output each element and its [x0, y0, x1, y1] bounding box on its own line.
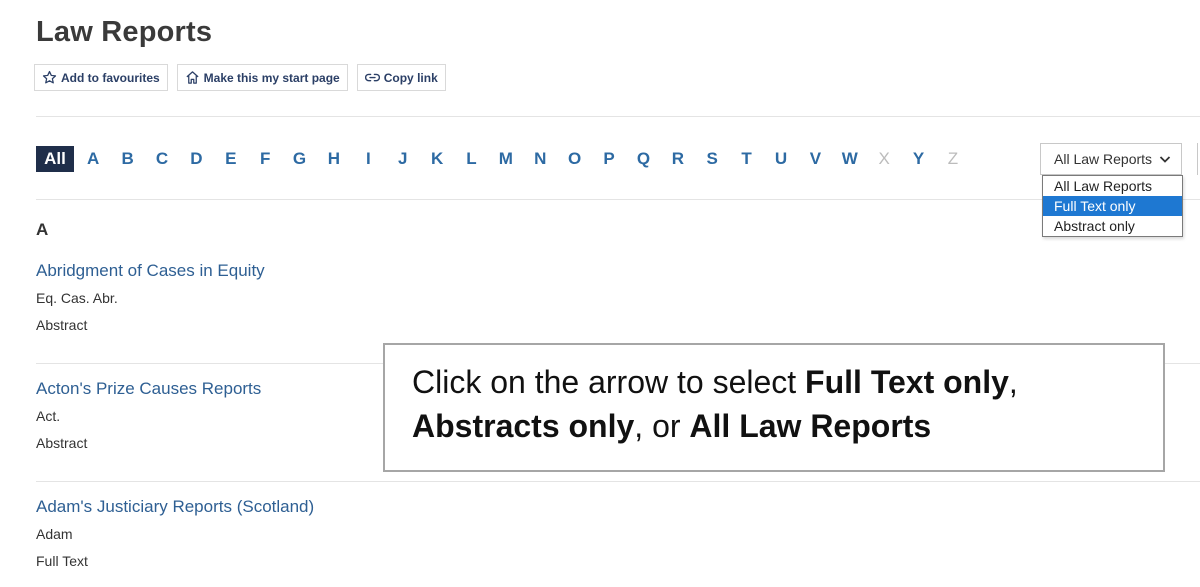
letter-d[interactable]: D	[179, 149, 213, 169]
letter-l[interactable]: L	[454, 149, 488, 169]
letter-b[interactable]: B	[110, 149, 144, 169]
letter-o[interactable]: O	[557, 149, 591, 169]
divider	[36, 199, 1200, 200]
letter-j[interactable]: J	[386, 149, 420, 169]
divider	[36, 116, 1200, 117]
callout-text: Click on the arrow to select	[412, 364, 806, 400]
callout-emphasis: Abstracts only	[412, 408, 635, 444]
copy-link-button[interactable]: Copy link	[356, 64, 446, 91]
letter-f[interactable]: F	[248, 149, 282, 169]
letter-y[interactable]: Y	[901, 149, 935, 169]
letter-n[interactable]: N	[523, 149, 557, 169]
list-item: Adam's Justiciary Reports (Scotland) Ada…	[36, 497, 314, 569]
report-type-dropdown: All Law Reports Full Text only Abstract …	[1042, 175, 1183, 237]
letter-r[interactable]: R	[661, 149, 695, 169]
callout-line-1: Click on the arrow to select Full Text o…	[412, 360, 1163, 404]
report-title-link[interactable]: Abridgment of Cases in Equity	[36, 261, 265, 281]
letter-x: X	[878, 149, 890, 168]
report-title-link[interactable]: Adam's Justiciary Reports (Scotland)	[36, 497, 314, 517]
letter-u[interactable]: U	[764, 149, 798, 169]
report-type: Abstract	[36, 317, 88, 333]
list-item: Acton's Prize Causes Reports Act. Abstra…	[36, 379, 261, 451]
page-title: Law Reports	[36, 16, 213, 48]
letter-m[interactable]: M	[489, 149, 523, 169]
callout-emphasis: All Law Reports	[689, 408, 932, 444]
star-icon	[42, 70, 57, 84]
home-icon	[186, 71, 199, 84]
callout-text: ,	[1008, 364, 1018, 400]
report-abbreviation: Eq. Cas. Abr.	[36, 290, 118, 306]
report-abbreviation: Act.	[36, 408, 61, 424]
letter-a[interactable]: A	[76, 149, 110, 169]
make-start-page-label: Make this my start page	[203, 70, 340, 85]
section-heading: A	[36, 220, 49, 239]
letter-e[interactable]: E	[214, 149, 248, 169]
report-type-selected: All Law Reports	[1054, 151, 1153, 167]
alphabet-filter: All ABCDEFGHIJKLMNOPQRSTUVWXYZ	[36, 146, 970, 172]
copy-link-label: Copy link	[383, 70, 438, 85]
add-to-favourites-button[interactable]: Add to favourites	[34, 64, 168, 91]
report-abbreviation: Adam	[36, 526, 73, 542]
letter-z: Z	[947, 149, 959, 168]
letter-p[interactable]: P	[592, 149, 626, 169]
letter-t[interactable]: T	[729, 149, 763, 169]
letter-q[interactable]: Q	[626, 149, 660, 169]
option-all-law-reports[interactable]: All Law Reports	[1043, 176, 1182, 196]
letter-c[interactable]: C	[145, 149, 179, 169]
callout-line-2: Abstracts only, or All Law Reports	[412, 404, 1163, 448]
add-to-favourites-label: Add to favourites	[61, 70, 160, 85]
letter-w[interactable]: W	[833, 149, 867, 169]
list-item: Abridgment of Cases in Equity Eq. Cas. A…	[36, 261, 265, 333]
report-type-select[interactable]: All Law Reports	[1040, 143, 1182, 175]
chevron-down-icon[interactable]	[1159, 155, 1171, 164]
toolbar: Add to favourites Make this my start pag…	[34, 64, 446, 91]
callout-emphasis: Full Text only	[805, 364, 1009, 400]
report-type: Full Text	[36, 553, 88, 569]
callout-text: , or	[634, 408, 690, 444]
instruction-callout: Click on the arrow to select Full Text o…	[383, 343, 1165, 472]
letter-v[interactable]: V	[798, 149, 832, 169]
letter-all[interactable]: All	[36, 146, 74, 172]
letter-k[interactable]: K	[420, 149, 454, 169]
divider	[36, 481, 1200, 482]
option-full-text-only[interactable]: Full Text only	[1043, 196, 1182, 216]
link-icon	[364, 73, 380, 82]
letter-i[interactable]: I	[351, 149, 385, 169]
make-start-page-button[interactable]: Make this my start page	[176, 64, 348, 91]
letter-h[interactable]: H	[317, 149, 351, 169]
option-abstract-only[interactable]: Abstract only	[1043, 216, 1182, 236]
letter-g[interactable]: G	[282, 149, 316, 169]
report-type: Abstract	[36, 435, 88, 451]
report-title-link[interactable]: Acton's Prize Causes Reports	[36, 379, 261, 399]
letter-s[interactable]: S	[695, 149, 729, 169]
